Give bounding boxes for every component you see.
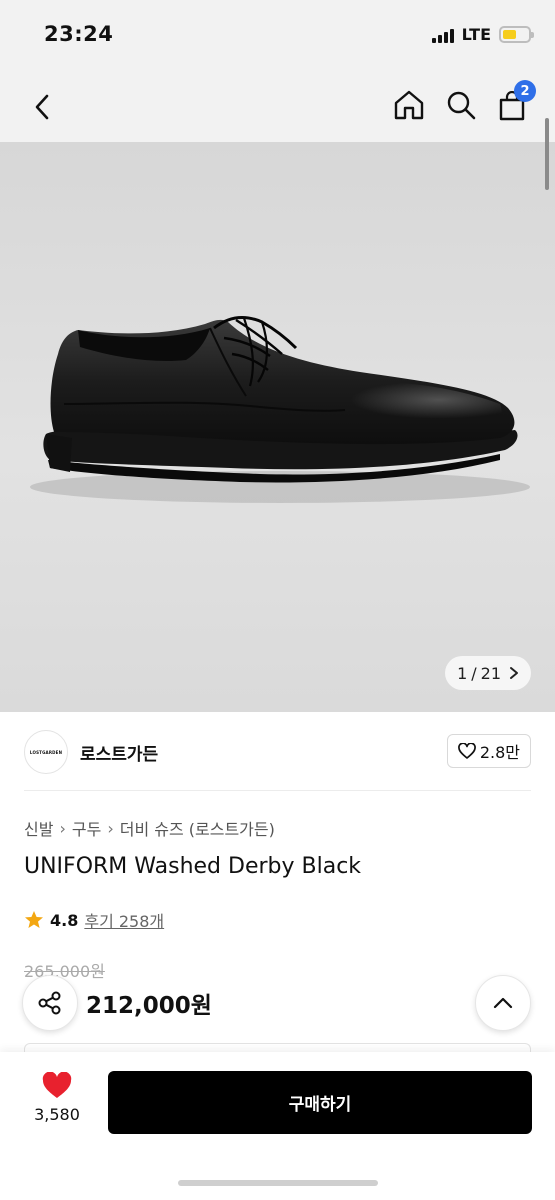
search-icon: [447, 91, 476, 120]
status-bar: 23:24 LTE: [0, 0, 555, 72]
chevron-left-icon: [35, 94, 49, 120]
signal-icon: [431, 27, 454, 43]
breadcrumb-item[interactable]: 구두: [72, 816, 101, 840]
brand-row: LOSTGARDEN 로스트가든 2.8만: [0, 712, 555, 792]
rating-value: 4.8: [50, 910, 79, 930]
wishlist-count: 3,580: [34, 1105, 80, 1124]
chevron-right-icon: [510, 667, 518, 679]
share-button[interactable]: [22, 975, 78, 1031]
image-separator: /: [471, 663, 477, 683]
search-button[interactable]: [444, 88, 478, 122]
product-photo: [30, 315, 530, 503]
sale-price: 212,000원: [86, 993, 212, 1019]
buy-button[interactable]: 구매하기: [108, 1071, 532, 1134]
image-total: 21: [480, 663, 501, 683]
breadcrumb-item[interactable]: 신발: [24, 816, 53, 840]
heart-filled-icon: [42, 1072, 72, 1098]
brand-like-button[interactable]: 2.8만: [446, 734, 531, 768]
breadcrumb-item[interactable]: 더비 슈즈 (로스트가든): [120, 816, 275, 840]
battery-icon: [499, 26, 534, 43]
cart-count-badge: 2: [514, 80, 536, 102]
status-time: 23:24: [44, 22, 114, 46]
brand-like-count: 2.8만: [479, 743, 520, 762]
collapse-button[interactable]: [475, 975, 531, 1031]
share-icon: [38, 991, 61, 1015]
bottom-purchase-bar: 3,580 구매하기: [0, 1052, 555, 1200]
page-scrollbar[interactable]: [545, 118, 549, 190]
review-count-link[interactable]: 후기 258개: [84, 908, 164, 932]
home-icon: [394, 90, 424, 120]
chevron-up-icon: [493, 997, 513, 1009]
wishlist-button[interactable]: 3,580: [24, 1072, 90, 1132]
home-indicator: [178, 1180, 378, 1186]
chevron-right-icon: ›: [59, 818, 66, 838]
status-indicators: LTE: [431, 25, 534, 44]
divider: [24, 790, 531, 791]
breadcrumb: 신발 › 구두 › 더비 슈즈 (로스트가든): [24, 816, 275, 840]
heart-outline-icon: [457, 743, 476, 759]
back-button[interactable]: [28, 92, 56, 122]
brand-logo[interactable]: LOSTGARDEN: [24, 730, 68, 774]
chevron-right-icon: ›: [107, 818, 114, 838]
top-nav-bar: 2: [0, 72, 555, 142]
brand-name[interactable]: 로스트가든: [80, 740, 158, 765]
image-counter[interactable]: 1 / 21: [445, 656, 531, 690]
product-image-carousel[interactable]: 1 / 21: [0, 142, 555, 712]
network-label: LTE: [461, 25, 491, 44]
star-icon: [25, 911, 43, 928]
rating-row: 4.8 후기 258개: [24, 908, 164, 932]
product-title: UNIFORM Washed Derby Black: [24, 854, 362, 879]
brand-logo-text: LOSTGARDEN: [29, 749, 63, 755]
home-button[interactable]: [392, 88, 426, 122]
cart-button[interactable]: 2: [496, 80, 536, 122]
image-current: 1: [457, 663, 468, 683]
